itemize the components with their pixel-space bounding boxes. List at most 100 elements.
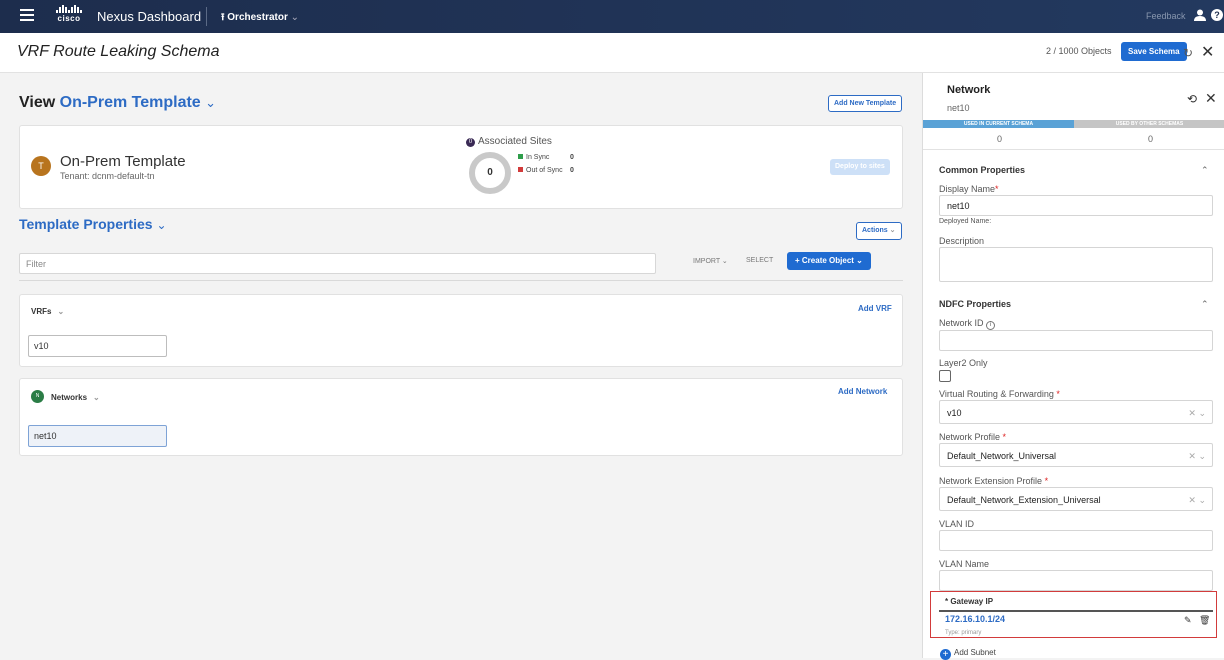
template-name: On-Prem Template (59, 94, 201, 111)
template-avatar: T (31, 156, 51, 176)
gateway-ip-section: * Gateway IP 172.16.10.1/24 Type: primar… (930, 591, 1217, 638)
import-label: IMPORT (693, 258, 720, 265)
display-name-input[interactable]: net10 (939, 195, 1213, 216)
divider (19, 280, 903, 281)
import-menu[interactable]: IMPORT ⌄ (693, 257, 728, 265)
in-sync-legend (518, 154, 523, 159)
network-profile-label: Network Profile * (939, 432, 1006, 442)
network-profile-value: Default_Network_Universal (947, 451, 1057, 461)
chevron-down-icon: ⌄ (856, 256, 863, 265)
logo-text: cisco (57, 14, 81, 23)
create-object-button[interactable]: + Create Object ⌄ (787, 252, 871, 270)
deployed-name-label: Deployed Name: (939, 218, 992, 225)
network-id-input[interactable] (939, 330, 1213, 351)
help-icon[interactable]: ? (1211, 9, 1223, 21)
network-id-label-text: Network ID (939, 318, 984, 328)
out-of-sync-count: 0 (570, 167, 574, 174)
out-of-sync-legend (518, 167, 523, 172)
filter-input[interactable]: Filter (19, 253, 656, 274)
networks-section: N Networks ⌄ Add Network net10 (19, 378, 903, 456)
vrfs-header[interactable]: VRFs ⌄ (31, 307, 64, 316)
description-label: Description (939, 236, 985, 246)
chevron-up-icon[interactable]: ⌃ (1201, 165, 1209, 176)
required-marker: * (1002, 432, 1007, 442)
chevron-down-icon: ⌄ (889, 227, 896, 234)
networks-header[interactable]: Networks ⌄ (51, 393, 100, 402)
page-title: VRF Route Leaking Schema (17, 43, 220, 60)
display-name-label-text: Display Name (939, 184, 996, 194)
required-marker: * (995, 184, 999, 194)
chevron-down-icon: ⌄ (205, 95, 217, 110)
chevron-down-icon: ⌄ (290, 12, 300, 23)
service-switcher[interactable]: ⭱ Orchestrator ⌄ (221, 10, 299, 27)
close-icon[interactable]: ✕ (1205, 90, 1217, 107)
out-of-sync-row: Out of Sync 0 (518, 167, 574, 174)
gateway-ip-value: 172.16.10.1/24 (945, 614, 1006, 624)
object-count: 2 / 1000 Objects (1046, 46, 1112, 56)
description-input[interactable] (939, 247, 1213, 282)
associated-sites-label: Associated Sites (478, 136, 552, 147)
other-schemas-count: 0 (1148, 134, 1154, 144)
gateway-ip-type: Type: primary (945, 630, 982, 636)
in-sync-count: 0 (570, 154, 574, 161)
ndfc-properties-title: NDFC Properties (939, 299, 1012, 309)
network-extension-profile-label-text: Network Extension Profile (939, 476, 1043, 486)
vrfs-label: VRFs (31, 307, 52, 316)
clear-chevron-icons[interactable]: ✕ ⌄ (1188, 408, 1206, 419)
network-id-label: Network ID i (939, 318, 996, 330)
app-name: Nexus Dashboard (97, 9, 202, 24)
vlan-name-input[interactable] (939, 570, 1213, 591)
close-icon[interactable]: ✕ (1201, 42, 1214, 62)
divider (206, 7, 207, 26)
chevron-down-icon: ⌄ (93, 393, 100, 402)
vlan-id-input[interactable] (939, 530, 1213, 551)
required-marker: * (1044, 476, 1049, 486)
top-navigation-bar: cisco Nexus Dashboard ⭱ Orchestrator ⌄ F… (0, 0, 1224, 33)
actions-button[interactable]: Actions ⌄ (856, 222, 902, 240)
add-new-template-button[interactable]: Add New Template (828, 95, 903, 112)
plus-icon: + (795, 256, 800, 265)
networks-label: Networks (51, 393, 88, 402)
layer2-only-checkbox[interactable] (939, 370, 951, 382)
vrf-object[interactable]: v10 (28, 335, 167, 357)
view-selector[interactable]: View On-Prem Template ⌄ (19, 94, 216, 112)
template-card: T On-Prem Template Tenant: dcnm-default-… (19, 125, 903, 209)
refresh-icon[interactable]: ↻ (1183, 46, 1193, 60)
history-icon[interactable]: ⟲ (1187, 92, 1197, 106)
service-name: Orchestrator (227, 12, 288, 23)
user-icon[interactable] (1194, 9, 1206, 21)
vrf-select[interactable]: v10 ✕ ⌄ (939, 400, 1213, 424)
gateway-ip-title: * Gateway IP (945, 597, 994, 606)
vrfs-section: VRFs ⌄ Add VRF v10 (19, 294, 903, 367)
feedback-link[interactable]: Feedback (1146, 11, 1186, 21)
orchestrator-icon: ⭱ (221, 12, 225, 23)
network-extension-profile-value: Default_Network_Extension_Universal (947, 495, 1101, 505)
deploy-to-sites-button[interactable]: Deploy to sites (830, 159, 890, 175)
network-profile-select[interactable]: Default_Network_Universal ✕ ⌄ (939, 443, 1213, 467)
chevron-up-icon[interactable]: ⌃ (1201, 299, 1209, 310)
view-prefix: View (19, 94, 56, 111)
network-extension-profile-label: Network Extension Profile * (939, 476, 1048, 486)
menu-icon[interactable] (20, 9, 34, 24)
add-network-link[interactable]: Add Network (838, 387, 887, 396)
select-menu[interactable]: SELECT (746, 257, 773, 264)
current-schema-count: 0 (997, 134, 1003, 144)
vlan-name-label: VLAN Name (939, 559, 990, 569)
add-subnet-button[interactable]: + Add Subnet (940, 648, 996, 660)
info-icon[interactable]: i (986, 321, 996, 330)
network-extension-profile-select[interactable]: Default_Network_Extension_Universal ✕ ⌄ (939, 487, 1213, 511)
template-card-name: On-Prem Template (60, 153, 186, 170)
common-properties-title: Common Properties (939, 165, 1026, 175)
template-properties-toggle[interactable]: Template Properties ⌄ (19, 216, 167, 232)
template-properties-title: Template Properties (19, 216, 153, 232)
trash-icon[interactable]: 🗑 (1199, 615, 1210, 626)
vrf-label: Virtual Routing & Forwarding * (939, 389, 1060, 399)
in-sync-label: In Sync (526, 154, 550, 161)
add-vrf-link[interactable]: Add VRF (858, 304, 892, 313)
save-schema-button[interactable]: Save Schema (1121, 42, 1187, 61)
clear-chevron-icons[interactable]: ✕ ⌄ (1188, 495, 1206, 506)
chevron-down-icon: ⌄ (57, 307, 65, 316)
network-object[interactable]: net10 (28, 425, 167, 447)
edit-icon[interactable]: ✎ (1184, 615, 1192, 626)
clear-chevron-icons[interactable]: ✕ ⌄ (1188, 451, 1206, 462)
